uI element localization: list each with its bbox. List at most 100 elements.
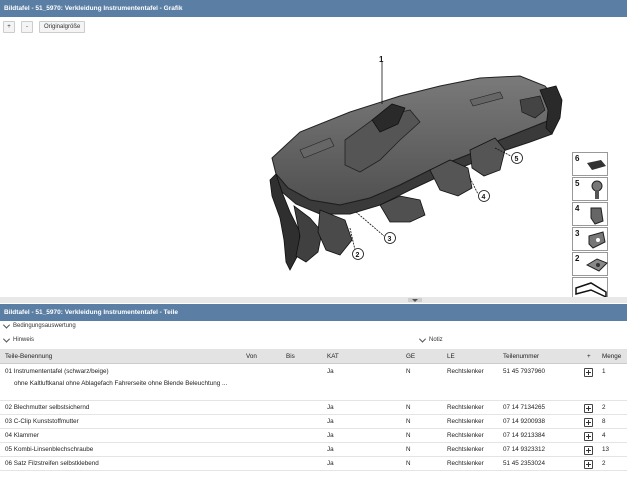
- hint-toggle[interactable]: Hinweis: [2, 335, 35, 343]
- callout-4-label: 4: [482, 194, 486, 201]
- col-quantity[interactable]: Menge: [602, 349, 621, 364]
- thumbnail-5[interactable]: 5: [572, 177, 608, 201]
- thumbnail-4-label: 4: [575, 204, 580, 213]
- part-quantity: 4: [602, 432, 606, 439]
- callout-2[interactable]: 2: [352, 248, 364, 260]
- col-name[interactable]: Teile-Benennung: [5, 349, 52, 364]
- col-ge[interactable]: GE: [406, 349, 415, 364]
- callout-3-label: 3: [388, 236, 392, 243]
- part-kat: Ja: [327, 460, 334, 467]
- callout-5-label: 5: [515, 156, 519, 163]
- add-to-cart-button[interactable]: [584, 418, 593, 427]
- part-name: 03 C-Clip Kunststoffmutter: [5, 418, 79, 425]
- col-kat[interactable]: KAT: [327, 349, 339, 364]
- thumbnail-5-label: 5: [575, 179, 580, 188]
- part-name: 04 Klammer: [5, 432, 39, 439]
- table-row[interactable]: 01 Instrumententafel (schwarz/beige) Ja …: [0, 364, 627, 401]
- part-quantity: 2: [602, 460, 606, 467]
- part-quantity: 1: [602, 368, 606, 375]
- thumbnail-3-label: 3: [575, 229, 580, 238]
- part-quantity: 13: [602, 446, 610, 453]
- note-toggle[interactable]: Notiz: [418, 335, 443, 343]
- parts-table: Teile-Benennung Von Bis KAT GE LE Teilen…: [0, 349, 627, 471]
- part-ge: N: [406, 418, 411, 425]
- zoom-out-button[interactable]: -: [21, 21, 33, 33]
- part-kat: Ja: [327, 446, 334, 453]
- part-quantity: 8: [602, 418, 606, 425]
- part-ge: N: [406, 368, 411, 375]
- part-le: Rechtslenker: [447, 404, 484, 411]
- chevron-down-icon: [418, 335, 427, 343]
- add-to-cart-button[interactable]: [584, 460, 593, 469]
- part-name: 02 Blechmutter selbstsichernd: [5, 404, 90, 411]
- part-quantity: 2: [602, 404, 606, 411]
- part-le: Rechtslenker: [447, 368, 484, 375]
- graphic-toolbar: + - Originalgröße: [0, 21, 86, 33]
- part-le: Rechtslenker: [447, 432, 484, 439]
- thumbnail-2-label: 2: [575, 254, 580, 263]
- col-part-number[interactable]: Teilenummer: [503, 349, 539, 364]
- panel-splitter[interactable]: [0, 297, 627, 303]
- condition-filter-row: Bedingungsauswertung: [0, 321, 627, 334]
- graphic-panel-title: Bildtafel - 51_5970: Verkleidung Instrum…: [0, 0, 627, 17]
- part-le: Rechtslenker: [447, 460, 484, 467]
- chevron-down-icon: [2, 321, 11, 329]
- part-ge: N: [406, 446, 411, 453]
- callout-5[interactable]: 5: [511, 152, 523, 164]
- add-to-cart-button[interactable]: [584, 368, 593, 377]
- zoom-in-button[interactable]: +: [3, 21, 15, 33]
- table-row[interactable]: 04 Klammer Ja N Rechtslenker 07 14 92133…: [0, 429, 627, 443]
- thumbnail-6-label: 6: [575, 154, 580, 163]
- part-ge: N: [406, 460, 411, 467]
- table-header: Teile-Benennung Von Bis KAT GE LE Teilen…: [0, 349, 627, 364]
- part-le: Rechtslenker: [447, 446, 484, 453]
- condition-label: Bedingungsauswertung: [13, 323, 76, 329]
- col-le[interactable]: LE: [447, 349, 455, 364]
- part-name: 05 Kombi-Linsenblechschraube: [5, 446, 94, 453]
- callout-4[interactable]: 4: [478, 190, 490, 202]
- parts-panel-title: Bildtafel - 51_5970: Verkleidung Instrum…: [0, 304, 627, 321]
- original-size-button[interactable]: Originalgröße: [39, 21, 86, 33]
- part-kat: Ja: [327, 418, 334, 425]
- col-bis[interactable]: Bis: [286, 349, 295, 364]
- dashboard-illustration: 1 2 3 4 5: [269, 55, 563, 271]
- callout-1-label: 1: [379, 55, 384, 64]
- table-row[interactable]: 02 Blechmutter selbstsichernd Ja N Recht…: [0, 401, 627, 415]
- table-row[interactable]: 03 C-Clip Kunststoffmutter Ja N Rechtsle…: [0, 415, 627, 429]
- table-row[interactable]: 06 Satz Filzstreifen selbstklebend Ja N …: [0, 457, 627, 471]
- chevron-down-icon: [2, 335, 11, 343]
- part-kat: Ja: [327, 368, 334, 375]
- part-number: 07 14 9323312: [503, 446, 546, 453]
- thumbnail-4[interactable]: 4: [572, 202, 608, 226]
- part-kat: Ja: [327, 432, 334, 439]
- condition-toggle[interactable]: Bedingungsauswertung: [2, 321, 76, 329]
- thumbnail-2[interactable]: 2: [572, 252, 608, 276]
- part-number: 51 45 2353024: [503, 460, 546, 467]
- col-von[interactable]: Von: [246, 349, 257, 364]
- callout-3[interactable]: 3: [384, 232, 396, 244]
- part-note: ohne Kaltluftkanal ohne Ablagefach Fahre…: [14, 380, 228, 387]
- part-ge: N: [406, 432, 411, 439]
- col-add: +: [587, 353, 591, 360]
- hint-label: Hinweis: [13, 337, 35, 343]
- collapse-arrow-icon[interactable]: [408, 298, 422, 302]
- part-ge: N: [406, 404, 411, 411]
- hint-note-row: Hinweis Notiz: [0, 335, 627, 348]
- part-number: 07 14 9213384: [503, 432, 546, 439]
- parts-diagram[interactable]: 1 2 3 4 5 6 5 4 3 2: [0, 36, 627, 301]
- part-name: 06 Satz Filzstreifen selbstklebend: [5, 460, 99, 467]
- callout-1[interactable]: 1: [379, 55, 384, 64]
- part-le: Rechtslenker: [447, 418, 484, 425]
- callout-2-label: 2: [356, 252, 360, 259]
- add-to-cart-button[interactable]: [584, 404, 593, 413]
- add-to-cart-button[interactable]: [584, 432, 593, 441]
- part-number: 07 14 7134265: [503, 404, 546, 411]
- part-kat: Ja: [327, 404, 334, 411]
- thumbnail-6[interactable]: 6: [572, 152, 608, 176]
- add-to-cart-button[interactable]: [584, 446, 593, 455]
- part-thumbnails: 6 5 4 3 2: [572, 152, 609, 302]
- table-row[interactable]: 05 Kombi-Linsenblechschraube Ja N Rechts…: [0, 443, 627, 457]
- thumbnail-3[interactable]: 3: [572, 227, 608, 251]
- part-number: 51 45 7937960: [503, 368, 546, 375]
- note-label: Notiz: [429, 337, 443, 343]
